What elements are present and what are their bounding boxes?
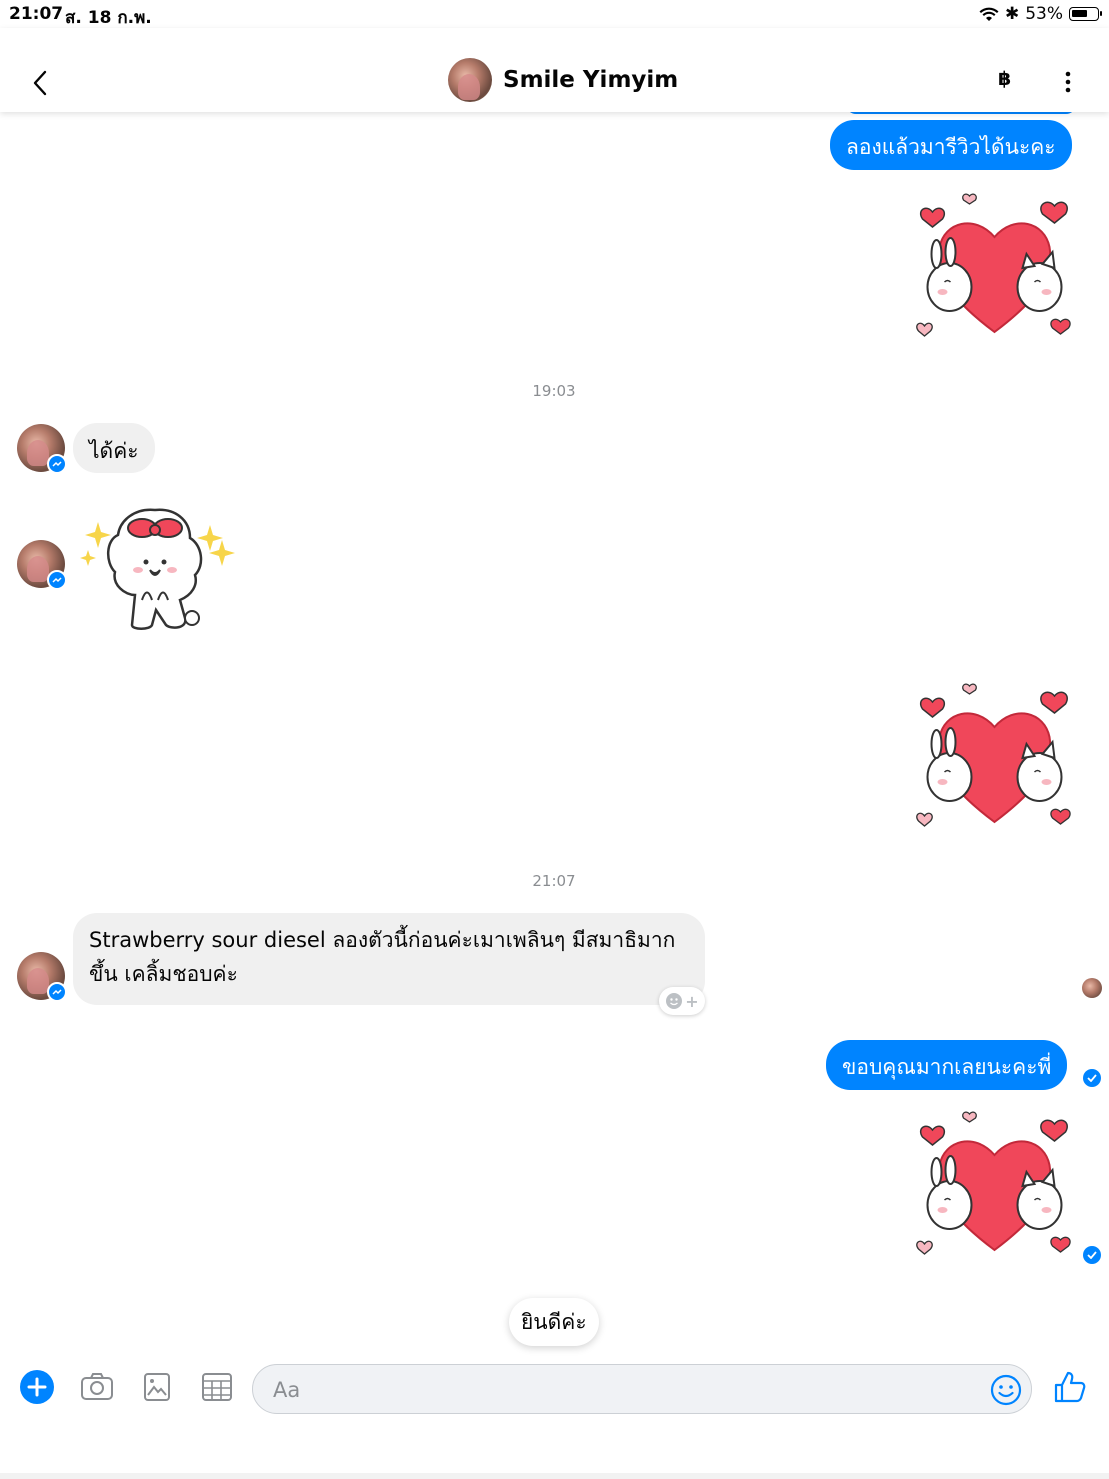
timestamp: 19:03 [532, 382, 576, 400]
status-time: 21:07 [9, 4, 64, 24]
messenger-badge-icon [47, 454, 67, 474]
conversation-title[interactable]: Smile Yimyim [448, 58, 678, 102]
delivered-check-icon [1083, 1069, 1101, 1087]
seen-avatar [1082, 978, 1102, 998]
smiley-icon [666, 993, 683, 1009]
add-reaction-button[interactable]: + [659, 987, 705, 1015]
plus-icon[interactable] [19, 1369, 55, 1405]
composer [0, 1355, 1109, 1425]
page-title: Smile Yimyim [503, 67, 679, 93]
battery-icon [1069, 7, 1102, 21]
sticker-fluffy-character[interactable] [80, 500, 240, 635]
sender-avatar[interactable] [17, 424, 67, 474]
sender-avatar[interactable] [17, 540, 67, 590]
plus-icon: + [685, 991, 699, 1011]
thumbs-up-icon[interactable] [1052, 1369, 1088, 1405]
message-input[interactable] [273, 1375, 973, 1405]
message-input-box[interactable] [252, 1364, 1032, 1414]
status-right: ✱ 53% [979, 4, 1102, 24]
payment-button[interactable]: ฿ [998, 68, 1011, 90]
more-options-icon[interactable] [1060, 70, 1076, 94]
messenger-badge-icon [47, 982, 67, 1002]
gif-table-icon[interactable] [199, 1369, 235, 1405]
messenger-badge-icon [47, 570, 67, 590]
message-bubble-in[interactable]: ได้ค่ะ [73, 423, 155, 473]
status-bar: 21:07 ส. 18 ก.พ. ✱ 53% [0, 0, 1109, 28]
avatar [448, 58, 492, 102]
sticker-heart-bunnies[interactable] [912, 192, 1077, 342]
emoji-icon[interactable] [989, 1373, 1023, 1407]
wifi-icon [979, 7, 999, 21]
status-date: ส. 18 ก.พ. [65, 8, 152, 28]
sticker-heart-bunnies[interactable] [912, 682, 1077, 832]
image-icon[interactable] [139, 1369, 175, 1405]
delivered-check-icon [1083, 1246, 1101, 1264]
quick-reply-chip[interactable]: ยินดีค่ะ [509, 1298, 599, 1346]
sender-avatar[interactable] [17, 952, 67, 1002]
camera-icon[interactable] [79, 1369, 115, 1405]
message-bubble-out[interactable]: ขอบคุณมากเลยนะคะพี่ [826, 1040, 1068, 1090]
bluetooth-icon: ✱ [1004, 4, 1020, 24]
chat-header: Smile Yimyim ฿ [0, 28, 1109, 112]
sticker-heart-bunnies[interactable] [912, 1110, 1077, 1260]
timestamp: 21:07 [532, 872, 576, 890]
message-bubble-in[interactable]: Strawberry sour diesel ลองตัวนี้ก่อนค่ะเ… [73, 913, 705, 1005]
home-indicator [0, 1473, 1109, 1479]
message-bubble-out[interactable]: ลองแล้วมารีวิวได้นะคะ [830, 120, 1072, 170]
battery-percent: 53% [1025, 4, 1063, 24]
back-icon[interactable] [28, 68, 52, 98]
